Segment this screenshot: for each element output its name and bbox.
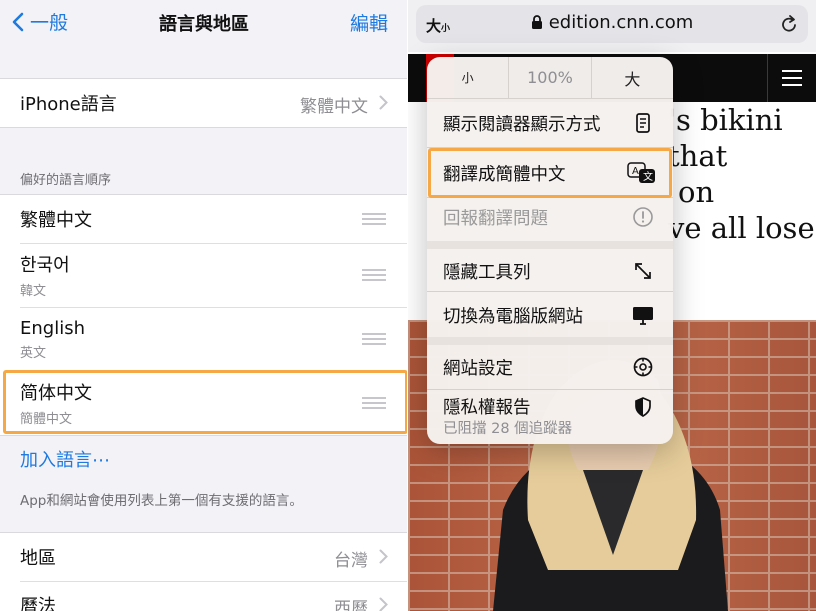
reorder-handle-icon[interactable] — [362, 269, 386, 281]
lock-icon — [531, 15, 542, 29]
url-text: edition.cnn.com — [548, 12, 694, 33]
address-field[interactable]: 大小 edition.cnn.com — [416, 5, 808, 43]
reorder-handle-icon[interactable] — [362, 333, 386, 345]
headline-line: on — [678, 175, 715, 209]
reader-icon — [636, 113, 650, 133]
headline-line: 's bikini — [668, 103, 783, 137]
reload-icon[interactable] — [780, 14, 798, 34]
chevron-right-icon — [379, 95, 388, 110]
header-divider — [767, 54, 768, 102]
zoom-out-button[interactable]: 小 — [427, 57, 508, 98]
menu-item-website-settings[interactable]: 網站設定 — [427, 343, 673, 391]
trackers-blocked-count: 已阻擋 28 個追蹤器 — [443, 421, 573, 437]
iphone-language-label: iPhone語言 — [20, 94, 117, 115]
calendar-row[interactable]: 曆法 西曆 — [0, 581, 408, 611]
nav-bar: 一般 語言與地區 編輯 — [0, 0, 408, 44]
language-name: 繁體中文 — [20, 210, 92, 231]
edit-button[interactable]: 編輯 — [350, 9, 388, 36]
expand-arrows-icon — [635, 263, 651, 279]
menu-item-label: 網站設定 — [443, 359, 513, 379]
menu-item-request-desktop[interactable]: 切換為電腦版網站 — [427, 291, 673, 339]
page-settings-popover: 小 100% 大 顯示閱讀器顯示方式 翻譯成簡體中文 A文 回報翻譯問題 隱藏工… — [427, 57, 673, 444]
preferred-languages-header: 偏好的語言順序 — [20, 173, 112, 188]
reorder-handle-icon[interactable] — [362, 213, 386, 225]
chevron-right-icon — [379, 549, 388, 564]
language-subtitle: 韓文 — [20, 284, 47, 299]
headline-line: that — [668, 139, 728, 173]
chevron-right-icon — [379, 597, 388, 611]
desktop-icon — [633, 307, 653, 325]
language-subtitle: 英文 — [20, 345, 47, 361]
language-name: 한국어 — [20, 255, 70, 276]
region-group: 地區 台灣 曆法 西曆 — [0, 532, 408, 611]
exclamation-circle-icon — [633, 207, 653, 227]
menu-item-label: 切換為電腦版網站 — [443, 307, 583, 327]
menu-item-label: 隱藏工具列 — [443, 263, 531, 283]
language-row-traditional-chinese[interactable]: 繁體中文 — [0, 195, 408, 243]
headline-line: ve all lose — [668, 211, 815, 245]
region-label: 地區 — [20, 548, 56, 569]
menu-item-report-translation[interactable]: 回報翻譯問題 — [427, 193, 673, 241]
settings-panel: 一般 語言與地區 編輯 iPhone語言 繁體中文 偏好的語言順序 繁體中文 한… — [0, 0, 408, 611]
highlight-box — [428, 148, 672, 198]
zoom-in-button[interactable]: 大 — [590, 57, 673, 98]
shield-icon — [635, 397, 651, 417]
menu-item-label: 回報翻譯問題 — [443, 209, 548, 229]
language-row-korean[interactable]: 한국어 韓文 — [0, 243, 408, 307]
region-row[interactable]: 地區 台灣 — [0, 533, 408, 581]
iphone-language-row[interactable]: iPhone語言 繁體中文 — [0, 79, 408, 127]
menu-item-hide-toolbar[interactable]: 隱藏工具列 — [427, 247, 673, 295]
hamburger-menu-icon[interactable] — [782, 70, 802, 91]
calendar-label: 曆法 — [20, 596, 56, 611]
iphone-language-value: 繁體中文 — [300, 97, 368, 117]
zoom-controls: 小 100% 大 — [427, 57, 673, 99]
language-footnote: App和網站會使用列表上第一個有支援的語言。 — [20, 493, 303, 509]
calendar-value: 西曆 — [334, 599, 368, 611]
menu-item-label: 隱私權報告 — [443, 398, 531, 418]
zoom-level: 100% — [508, 57, 590, 98]
iphone-language-group: iPhone語言 繁體中文 — [0, 78, 408, 128]
menu-item-reader[interactable]: 顯示閱讀器顯示方式 — [427, 99, 673, 147]
page-title: 語言與地區 — [159, 14, 249, 35]
url-bar: 大小 edition.cnn.com — [408, 0, 816, 52]
menu-item-privacy-report[interactable]: 隱私權報告 已阻擋 28 個追蹤器 — [427, 387, 673, 444]
gear-icon — [633, 357, 653, 377]
language-name: English — [20, 317, 85, 339]
add-language-button[interactable]: 加入語言⋯ — [20, 446, 110, 472]
safari-panel: 大小 edition.cnn.com 's bikini that on ve … — [408, 0, 816, 611]
highlight-box — [3, 370, 408, 434]
url-text-wrap: edition.cnn.com — [416, 12, 808, 33]
menu-item-label: 顯示閱讀器顯示方式 — [443, 115, 601, 135]
region-value: 台灣 — [334, 551, 368, 571]
language-row-english[interactable]: English 英文 — [0, 307, 408, 371]
